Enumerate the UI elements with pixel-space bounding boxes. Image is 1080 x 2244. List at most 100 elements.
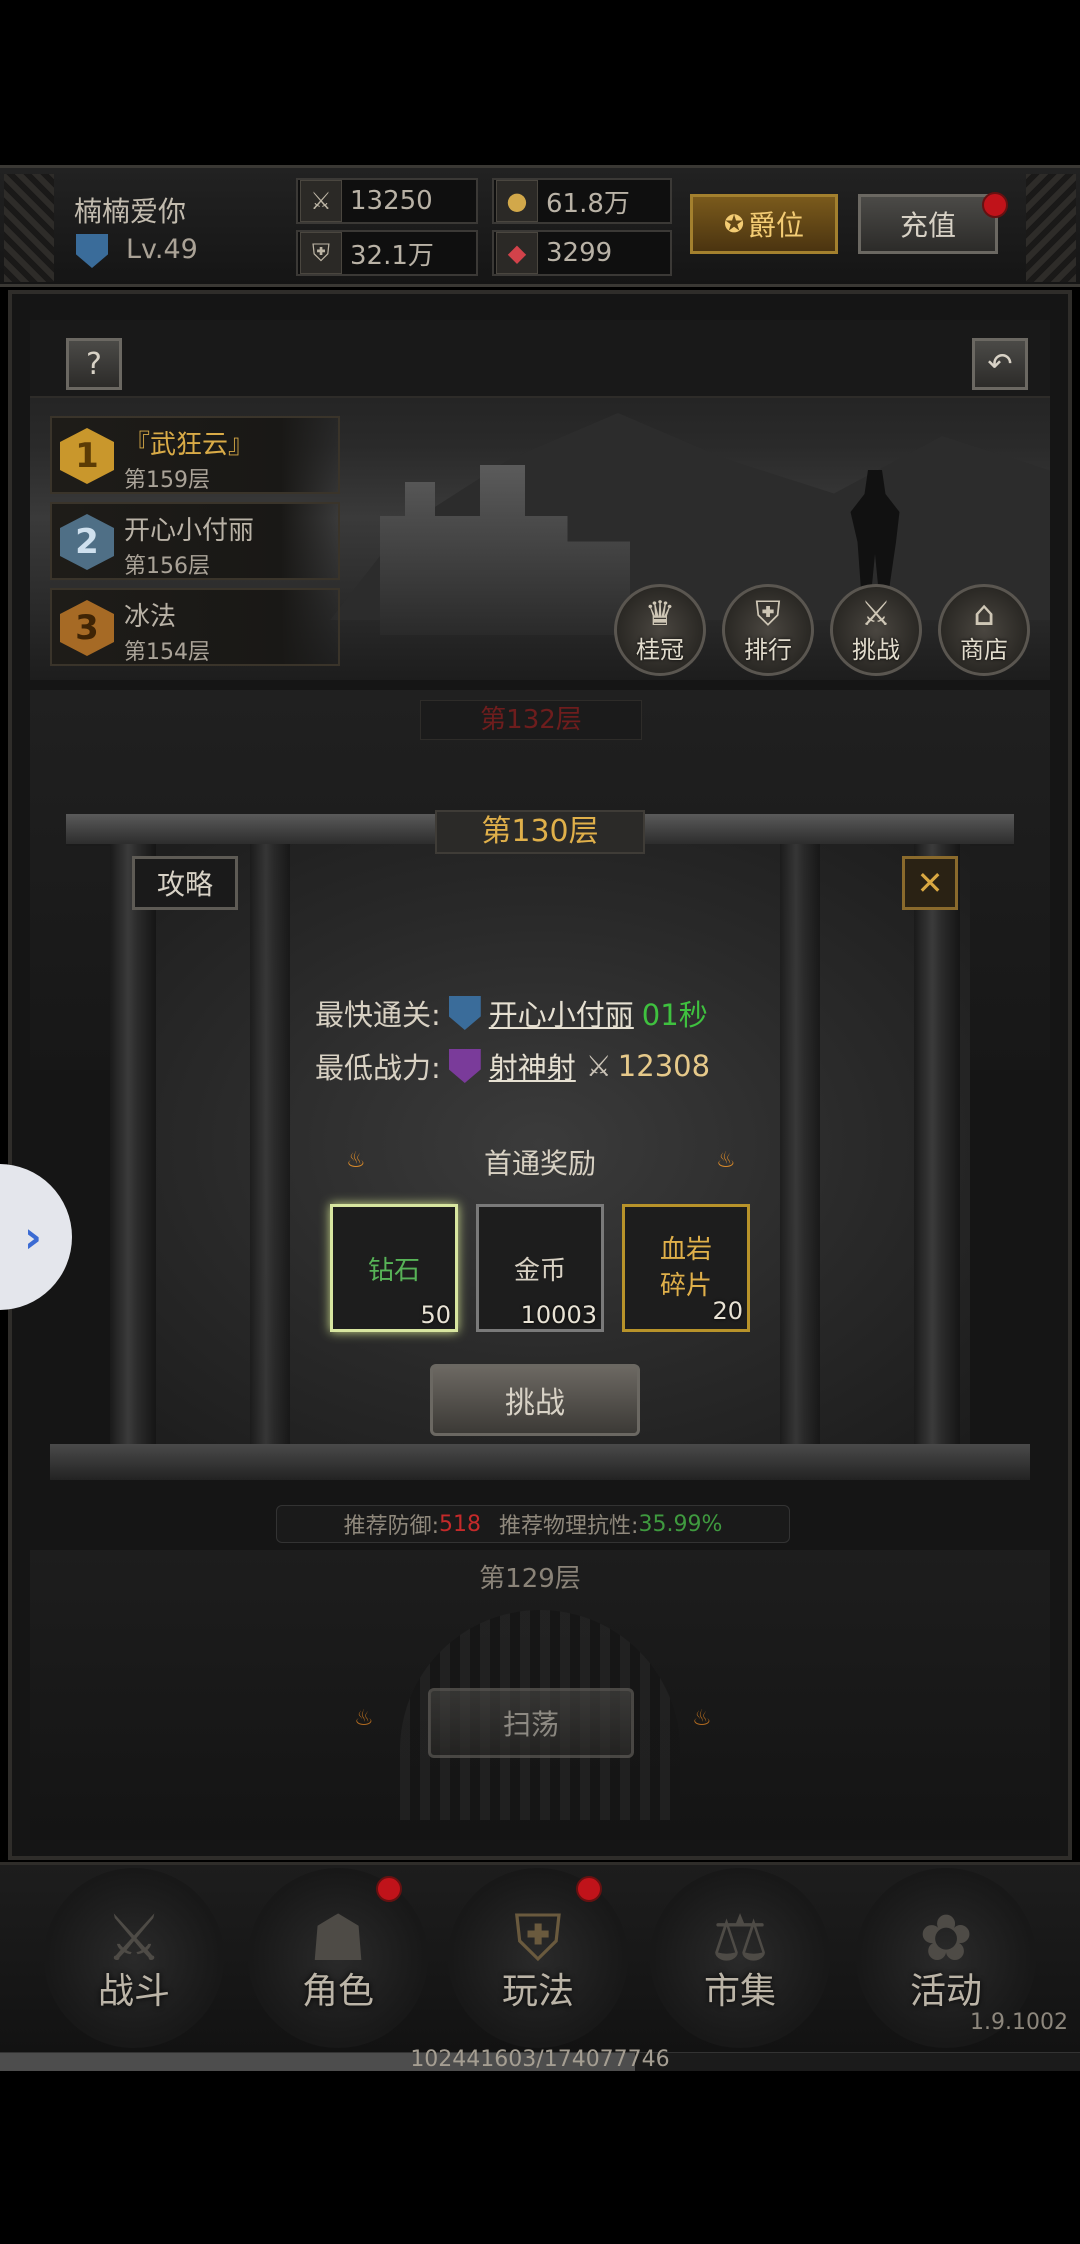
gem-value: 3299 [546,238,613,268]
rose-icon: ✿ [919,1902,973,1976]
chevron-right-icon: › [23,1211,42,1263]
armor-icon: ⛨ [300,232,342,274]
mage-shield-icon [448,1049,481,1083]
torch-right-icon: ♨ [716,1148,736,1173]
upper-floor-plate: 第132层 [420,700,642,740]
back-button[interactable]: ↶ [972,338,1028,390]
close-button[interactable]: ✕ [902,856,958,910]
guide-label: 攻略 [156,868,213,901]
gold-coin-icon: ● [496,180,538,222]
recommendation-bar: 推荐防御: 518 推荐物理抗性: 35.99% [276,1505,790,1543]
back-arrow-icon: ↶ [987,346,1013,382]
exp-progress-text: 102441603/174077746 [410,2047,670,2072]
leaderboard-floor-1: 第159层 [124,468,210,493]
leaderboard-row-1[interactable]: 1 『武狂云』 第159层 [50,416,340,494]
help-button[interactable]: ? [66,338,122,390]
reward-gold[interactable]: 金币 10003 [476,1204,604,1332]
sweep-button[interactable]: 扫荡 [428,1688,634,1758]
reward-gold-count: 10003 [520,1301,597,1329]
modal-title: 第130层 [481,814,599,849]
reward-bloodrock-name: 血岩 碎片 [659,1235,712,1301]
leaderboard-floor-3: 第154层 [124,640,210,665]
attack-stat: ⚔ 13250 [296,178,478,224]
nav-market[interactable]: ⚖ 市集 [650,1868,830,2048]
lower-floor-plate: 第129层 [420,1560,640,1598]
rank-title-label: 爵位 [748,209,805,242]
floor-modal: 第130层 攻略 ✕ 最快通关: 开心小付丽 01秒 最低战力: 射神射 ⚔ 1… [50,808,1030,1498]
modal-pillar-right-2 [780,844,820,1444]
left-ornament [4,174,54,282]
leaderboard-floor-2: 第156层 [124,554,210,579]
leaderboard-name-2: 开心小付丽 [124,516,255,546]
rank-badge-1: 1 [60,428,114,484]
torch-lower-right-icon: ♨ [692,1706,712,1731]
recommend-resist-value: 35.99% [638,1511,723,1537]
battle-axe-icon: ⚔ [105,1902,163,1976]
gem-stat[interactable]: ◆ 3299 [492,230,672,276]
sword-icon: ⚔ [300,180,342,222]
gold-value: 61.8万 [546,188,630,219]
reward-diamond-count: 50 [420,1301,451,1329]
challenge-label: 挑战 [505,1386,565,1421]
challenge-action-button[interactable]: ⚔ 挑战 [830,584,922,676]
leaderboard-name-3: 冰法 [124,602,177,632]
armor-icon: ⛨ [514,1902,562,1976]
nav-gameplay[interactable]: ⛨ 玩法 [448,1868,628,2048]
challenge-action-label: 挑战 [852,636,900,664]
fastest-clear-player[interactable]: 开心小付丽 [489,992,634,1034]
laurel-button[interactable]: ♛ 桂冠 [614,584,706,676]
leaderboard-row-3[interactable]: 3 冰法 第154层 [50,588,340,666]
lowest-power-player[interactable]: 射神射 [489,1045,576,1087]
player-level: Lv.49 [126,234,198,265]
nav-gameplay-notification-dot [576,1876,602,1902]
exp-progress-bar: 102441603/174077746 [0,2047,1080,2072]
crossed-swords-icon: ⚔ [860,594,892,634]
modal-title-plate: 第130层 [435,810,645,854]
class-shield-icon [76,234,108,268]
ranking-button[interactable]: ⛨ 排行 [722,584,814,676]
modal-base [50,1444,1030,1480]
guide-button[interactable]: 攻略 [132,856,238,910]
recharge-notification-dot [982,192,1008,218]
nav-character[interactable]: ☗ 角色 [248,1868,428,2048]
upper-floor-label: 第132层 [480,705,582,735]
torch-lower-left-icon: ♨ [354,1706,374,1731]
crossed-swords-icon: ⚔ [585,1049,612,1083]
banner-top-strip [30,320,1050,398]
defense-stat: ⛨ 32.1万 [296,230,478,276]
challenge-button[interactable]: 挑战 [430,1364,640,1436]
recommend-defense-value: 518 [439,1511,482,1537]
leaderboard-name-1: 『武狂云』 [124,430,255,460]
nav-battle[interactable]: ⚔ 战斗 [44,1868,224,2048]
leaderboard-row-2[interactable]: 2 开心小付丽 第156层 [50,502,340,580]
gem-icon: ◆ [496,232,538,274]
recommend-defense-label: 推荐防御: [343,1514,440,1539]
shop-label: 商店 [960,636,1008,664]
temple-icon: ⌂ [973,594,995,634]
rank-title-button[interactable]: ✪ 爵位 [690,194,838,254]
recommend-resist-label: 推荐物理抗性: [499,1514,639,1539]
recharge-button[interactable]: 充值 [858,194,998,254]
helmet-icon: ☗ [309,1902,367,1976]
lowest-power-value: 12308 [617,1049,711,1083]
reward-diamond[interactable]: 钻石 50 [330,1204,458,1332]
class-shield-icon [448,996,481,1030]
recharge-label: 充值 [899,209,956,242]
shop-button[interactable]: ⌂ 商店 [938,584,1030,676]
gold-stat[interactable]: ● 61.8万 [492,178,672,224]
defense-value: 32.1万 [350,240,434,271]
close-icon: ✕ [916,864,944,902]
reward-diamond-name: 钻石 [367,1255,420,1286]
reward-bloodrock-count: 20 [712,1297,743,1325]
ranking-label: 排行 [744,636,792,664]
lowest-power-label: 最低战力: [315,1051,441,1085]
lower-floor-label: 第129层 [479,1564,581,1594]
top-header: 楠楠爱你 Lv.49 ⚔ 13250 ⛨ 32.1万 ● 61.8万 ◆ 329… [0,165,1080,287]
laurel-label: 桂冠 [636,636,684,664]
reward-bloodrock[interactable]: 血岩 碎片 20 [622,1204,750,1332]
first-clear-rewards-title: 首通奖励 [483,1147,596,1180]
sweep-label: 扫荡 [502,1708,559,1741]
reward-gold-name: 金币 [513,1255,566,1286]
scales-icon: ⚖ [711,1902,769,1976]
modal-pillar-right [914,844,960,1444]
